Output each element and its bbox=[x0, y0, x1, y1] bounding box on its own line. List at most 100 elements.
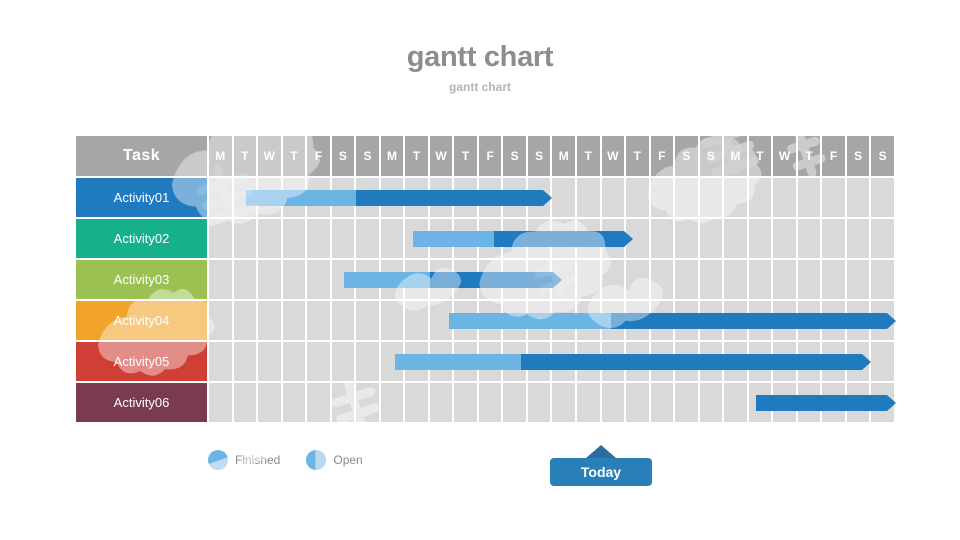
day-cell bbox=[429, 383, 455, 424]
day-cell bbox=[724, 260, 749, 301]
day-cell bbox=[601, 219, 627, 260]
day-header-cell: S bbox=[675, 136, 700, 178]
day-cell bbox=[356, 260, 381, 301]
day-cell bbox=[675, 260, 700, 301]
day-cell bbox=[773, 301, 798, 342]
day-cell bbox=[405, 383, 430, 424]
day-cell bbox=[233, 383, 259, 424]
day-cell bbox=[356, 219, 381, 260]
day-cell bbox=[748, 178, 774, 219]
day-cell bbox=[331, 219, 357, 260]
day-cell bbox=[233, 219, 259, 260]
day-cell bbox=[822, 383, 847, 424]
table-row[interactable]: Activity01 bbox=[76, 178, 896, 219]
day-cell bbox=[576, 383, 602, 424]
day-header-cell: W bbox=[601, 136, 627, 178]
task-label-4: Activity04 bbox=[76, 301, 207, 342]
day-header-cell: T bbox=[748, 136, 774, 178]
day-cell bbox=[626, 342, 651, 383]
day-cell bbox=[356, 178, 381, 219]
day-cell bbox=[601, 342, 627, 383]
table-row[interactable]: Activity06 bbox=[76, 383, 896, 424]
day-header-cell: W bbox=[258, 136, 283, 178]
day-cell bbox=[258, 219, 283, 260]
day-cell bbox=[258, 301, 283, 342]
day-cell bbox=[503, 260, 528, 301]
day-cell bbox=[797, 383, 823, 424]
day-cell bbox=[307, 219, 332, 260]
day-header-cell: S bbox=[331, 136, 357, 178]
day-cell bbox=[871, 301, 896, 342]
day-header-cell: S bbox=[356, 136, 381, 178]
day-cell bbox=[527, 219, 553, 260]
day-cell bbox=[773, 178, 798, 219]
table-row[interactable]: Activity04 bbox=[76, 301, 896, 342]
day-cell bbox=[822, 219, 847, 260]
day-header-cell: S bbox=[699, 136, 725, 178]
day-cell bbox=[478, 219, 504, 260]
day-cell bbox=[576, 301, 602, 342]
day-cell bbox=[699, 301, 725, 342]
today-marker[interactable]: Today bbox=[550, 445, 652, 486]
table-row[interactable]: Activity05 bbox=[76, 342, 896, 383]
task-label-2: Activity02 bbox=[76, 219, 207, 260]
day-cell bbox=[405, 301, 430, 342]
day-cell bbox=[846, 342, 872, 383]
day-cell bbox=[527, 342, 553, 383]
table-row[interactable]: Activity02 bbox=[76, 219, 896, 260]
day-cell bbox=[675, 383, 700, 424]
day-header-cell: S bbox=[871, 136, 896, 178]
legend-label: Finished bbox=[235, 453, 281, 467]
day-cell bbox=[797, 342, 823, 383]
day-cell bbox=[675, 342, 700, 383]
day-cell bbox=[822, 342, 847, 383]
day-cell bbox=[601, 178, 627, 219]
day-cell bbox=[724, 178, 749, 219]
day-cell bbox=[527, 178, 553, 219]
day-cell bbox=[797, 301, 823, 342]
day-header-cell: T bbox=[282, 136, 308, 178]
day-cell bbox=[331, 178, 357, 219]
legend-item-open[interactable]: Open bbox=[306, 450, 363, 470]
day-cell bbox=[478, 342, 504, 383]
day-cell bbox=[233, 178, 259, 219]
legend-item-finished[interactable]: Finished bbox=[208, 450, 280, 470]
day-cell bbox=[846, 219, 872, 260]
day-header-cell: T bbox=[626, 136, 651, 178]
day-cell bbox=[207, 383, 234, 424]
task-label-3: Activity03 bbox=[76, 260, 207, 301]
day-cell bbox=[282, 219, 308, 260]
day-cell bbox=[846, 178, 872, 219]
day-cell bbox=[846, 383, 872, 424]
day-cell bbox=[527, 383, 553, 424]
day-cell bbox=[429, 301, 455, 342]
day-cell bbox=[773, 260, 798, 301]
day-cell bbox=[552, 383, 577, 424]
day-cell bbox=[282, 178, 308, 219]
day-cell bbox=[405, 342, 430, 383]
day-cell bbox=[650, 301, 676, 342]
chart-legend: Finished Open bbox=[208, 450, 379, 470]
day-cell bbox=[822, 260, 847, 301]
day-cell bbox=[478, 178, 504, 219]
day-cell bbox=[503, 301, 528, 342]
day-cell bbox=[356, 301, 381, 342]
day-cell bbox=[699, 260, 725, 301]
day-cell bbox=[478, 383, 504, 424]
day-cell bbox=[307, 342, 332, 383]
day-cell bbox=[626, 301, 651, 342]
day-cell bbox=[282, 383, 308, 424]
day-cell bbox=[748, 342, 774, 383]
day-cell bbox=[258, 178, 283, 219]
day-cell bbox=[626, 219, 651, 260]
page-subtitle: gantt chart bbox=[448, 80, 511, 94]
day-cell bbox=[797, 219, 823, 260]
day-cell bbox=[650, 342, 676, 383]
day-cell bbox=[207, 178, 234, 219]
day-cell bbox=[233, 342, 259, 383]
day-header-cell: S bbox=[846, 136, 872, 178]
day-header-cell: M bbox=[724, 136, 749, 178]
table-row[interactable]: Activity03 bbox=[76, 260, 896, 301]
day-cell bbox=[552, 260, 577, 301]
day-cell bbox=[207, 219, 234, 260]
